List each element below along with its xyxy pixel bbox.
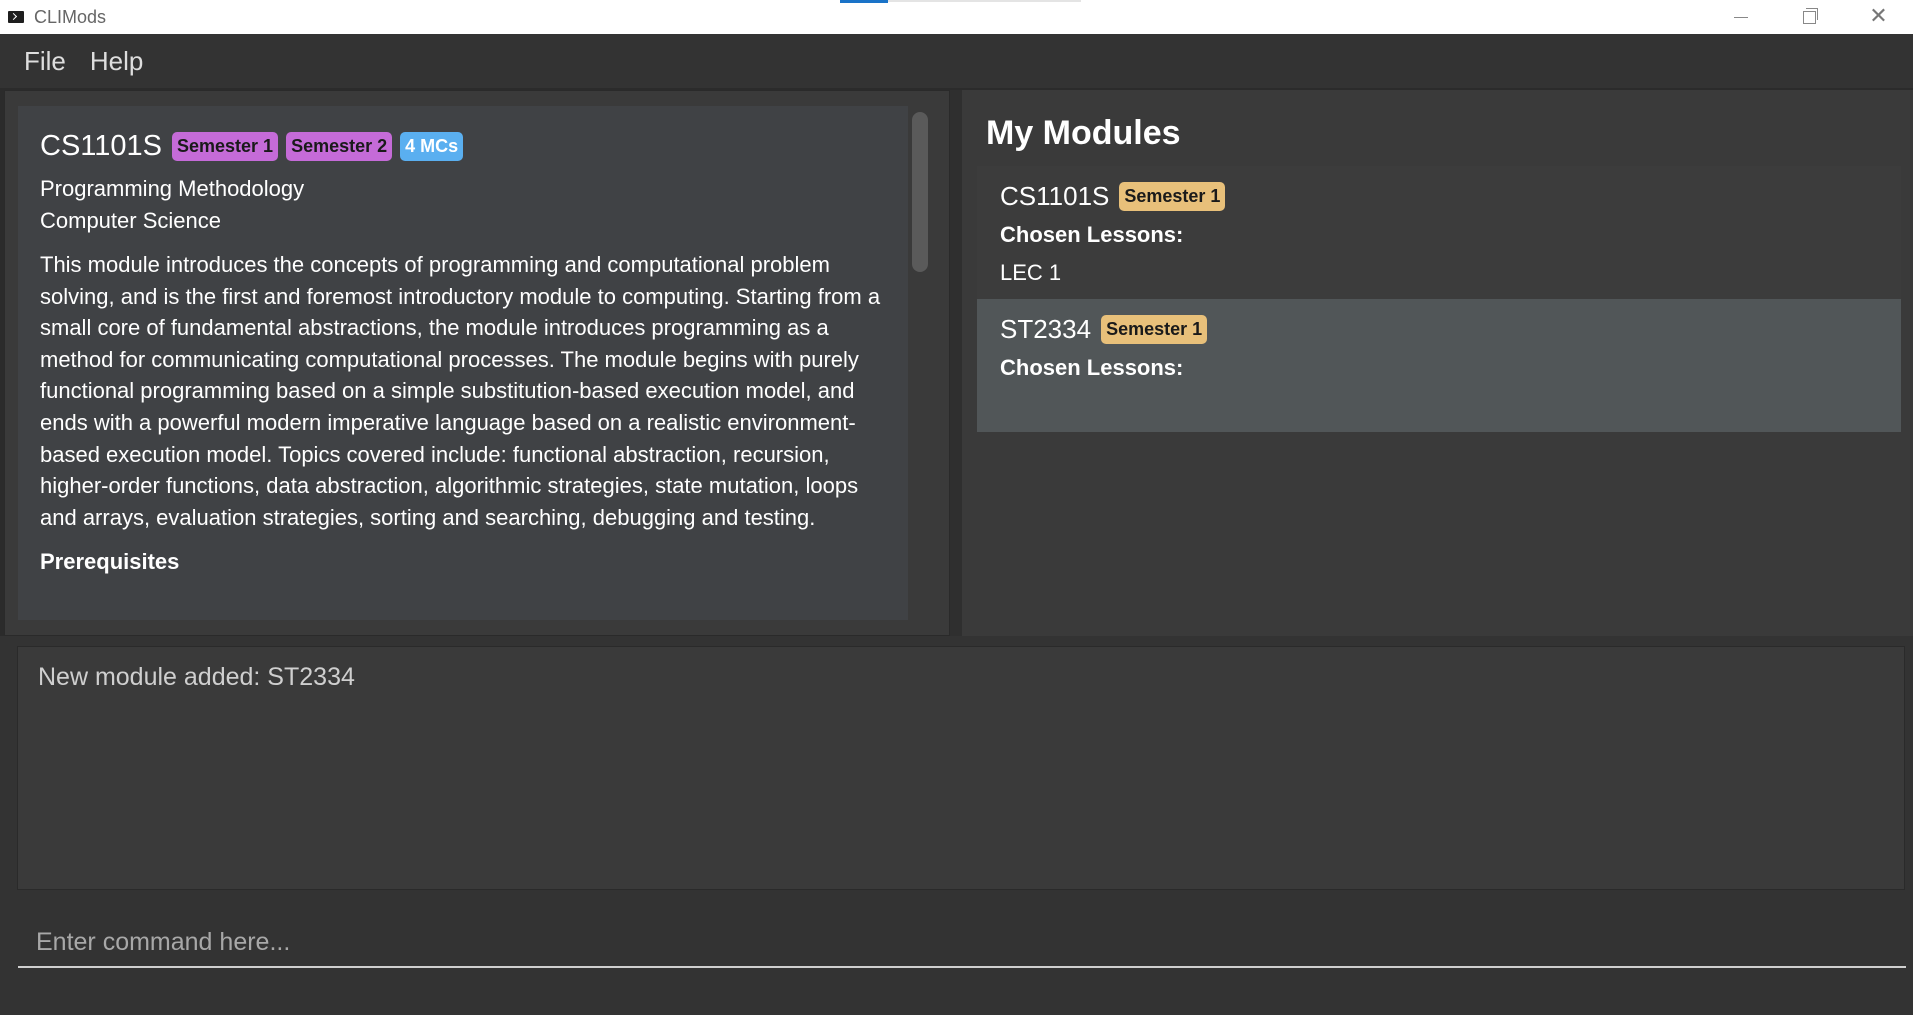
restore-icon bbox=[1803, 7, 1818, 24]
close-icon: ✕ bbox=[1869, 4, 1888, 29]
result-message: New module added: ST2334 bbox=[38, 663, 355, 691]
detail-module-description: This module introduces the concepts of p… bbox=[40, 252, 881, 530]
window-titlebar: CLIMods ✕ bbox=[0, 0, 1913, 34]
module-code: CS1101S bbox=[1000, 180, 1110, 211]
titlebar-accent-line bbox=[888, 0, 1081, 2]
chosen-lessons-label: Chosen Lessons: bbox=[1000, 355, 1184, 380]
close-button[interactable]: ✕ bbox=[1844, 0, 1913, 34]
detail-module-department: Computer Science bbox=[40, 208, 221, 233]
window-controls: ✕ bbox=[1706, 0, 1913, 34]
titlebar-accent bbox=[840, 0, 888, 3]
menu-file[interactable]: File bbox=[24, 46, 66, 77]
result-display[interactable]: New module added: ST2334 bbox=[17, 646, 1905, 890]
menu-bar: File Help bbox=[0, 34, 1913, 88]
panel-divider[interactable] bbox=[950, 90, 962, 636]
semester-badge: Semester 2 bbox=[286, 132, 393, 161]
lesson-item: LEC 1 bbox=[1000, 260, 1062, 285]
detail-scrollbar[interactable] bbox=[912, 112, 928, 272]
module-list-item[interactable]: ST2334 Semester 1 Chosen Lessons: bbox=[977, 299, 1901, 432]
detail-header: CS1101S Semester 1 Semester 2 4 MCs bbox=[40, 130, 886, 163]
module-detail-card[interactable]: CS1101S Semester 1 Semester 2 4 MCs Prog… bbox=[18, 106, 908, 620]
semester-badge: Semester 1 bbox=[1101, 314, 1208, 344]
my-modules-title: My Modules bbox=[986, 114, 1181, 152]
chosen-lessons-label: Chosen Lessons: bbox=[1000, 222, 1184, 247]
status-bar bbox=[0, 978, 1913, 1015]
mc-badge: 4 MCs bbox=[400, 132, 464, 161]
module-list-item[interactable]: CS1101S Semester 1 Chosen Lessons: LEC 1 bbox=[977, 166, 1901, 299]
prerequisites-heading: Prerequisites bbox=[40, 549, 180, 575]
semester-badge: Semester 1 bbox=[172, 132, 279, 161]
restore-button[interactable] bbox=[1775, 0, 1844, 34]
minimize-icon bbox=[1733, 16, 1748, 18]
terminal-icon bbox=[8, 11, 24, 23]
module-row-header: CS1101S Semester 1 bbox=[1000, 178, 1878, 214]
detail-module-code: CS1101S bbox=[40, 130, 162, 162]
window-title: CLIMods bbox=[34, 6, 107, 27]
detail-module-title: Programming Methodology bbox=[40, 176, 305, 201]
command-input[interactable] bbox=[18, 918, 1906, 968]
my-modules-list: CS1101S Semester 1 Chosen Lessons: LEC 1… bbox=[977, 166, 1901, 432]
semester-badge: Semester 1 bbox=[1119, 181, 1226, 211]
module-code: ST2334 bbox=[1000, 313, 1092, 344]
minimize-button[interactable] bbox=[1706, 0, 1775, 34]
menu-help[interactable]: Help bbox=[90, 46, 143, 77]
module-row-header: ST2334 Semester 1 bbox=[1000, 311, 1878, 347]
